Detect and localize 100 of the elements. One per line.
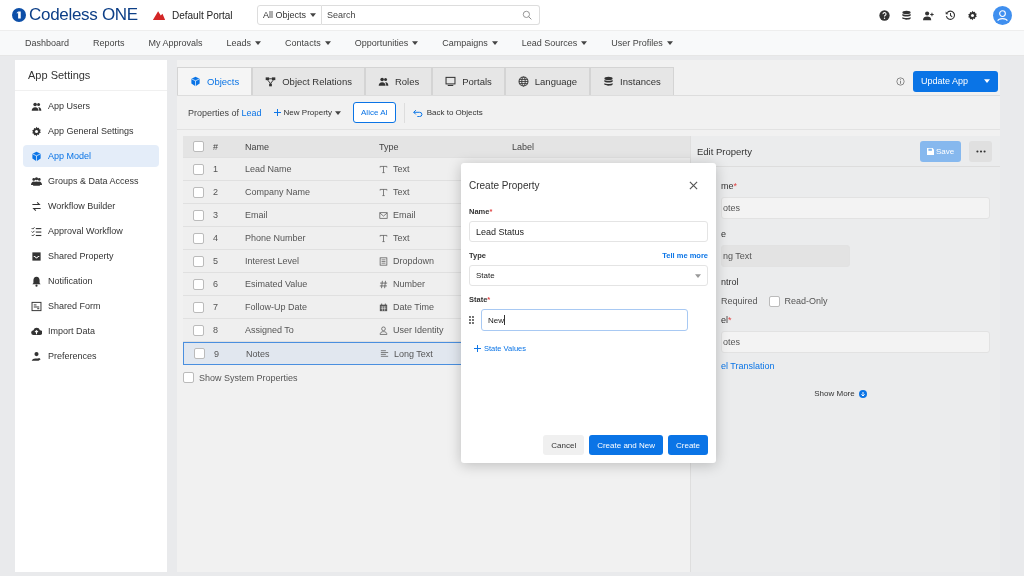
row-checkbox[interactable]	[192, 324, 204, 336]
field-label: ntrol	[721, 277, 740, 289]
field-label: el*	[721, 315, 733, 327]
nav-item[interactable]: Lead Sources	[509, 38, 600, 48]
row-checkbox[interactable]	[192, 209, 204, 221]
column-header: #	[213, 141, 219, 152]
update-app-button[interactable]: Update App	[912, 70, 998, 92]
sidebar-item[interactable]: App Users	[23, 95, 159, 117]
portal-icon	[152, 9, 166, 21]
nav-item[interactable]: Campaigns	[430, 38, 510, 48]
sidebar-title: App Settings	[15, 60, 167, 91]
nav-item[interactable]: Contacts	[273, 38, 343, 48]
caret-icon	[335, 110, 342, 115]
dialog-button[interactable]: Create	[668, 435, 708, 455]
type-dropdown[interactable]: State	[469, 265, 708, 286]
translation-link[interactable]: el Translation	[721, 361, 990, 371]
sidebar-item[interactable]: Shared Form	[23, 295, 159, 317]
sidebar-item[interactable]: Approval Workflow	[23, 220, 159, 242]
user-icon	[379, 325, 388, 335]
caret-icon	[412, 41, 419, 45]
row-checkbox[interactable]	[192, 301, 204, 313]
alice-ai-button[interactable]: Alice AI	[353, 102, 396, 123]
checkbox[interactable]	[768, 295, 780, 307]
nav-item[interactable]: User Profiles	[599, 38, 685, 48]
history-icon[interactable]	[945, 9, 956, 21]
drag-handle-icon[interactable]	[469, 316, 474, 324]
lines-icon	[380, 349, 389, 358]
caret-icon	[310, 13, 316, 17]
table-cell-text: Phone Number	[245, 233, 307, 243]
hash-icon	[379, 279, 388, 289]
table-cell-text: 7	[213, 302, 219, 312]
portal-name[interactable]: Default Portal	[172, 9, 233, 21]
caret-icon	[666, 41, 673, 45]
cube-icon	[31, 150, 42, 162]
table-cell-text: 6	[213, 279, 219, 289]
table-cell: Number	[393, 279, 425, 289]
tab[interactable]: Instances	[590, 67, 674, 95]
table-cell-text: 1	[213, 164, 219, 174]
add-user-icon[interactable]	[923, 9, 934, 21]
column-header: Type	[379, 141, 400, 152]
nav-item[interactable]: My Approvals	[136, 38, 215, 48]
sidebar-item[interactable]: Groups & Data Access	[23, 170, 159, 192]
show-more-link[interactable]: Show More	[814, 389, 867, 398]
table-cell-text: 2	[213, 187, 219, 197]
nav-item[interactable]: Reports	[81, 38, 137, 48]
tab[interactable]: Roles	[364, 67, 433, 95]
row-checkbox[interactable]	[192, 232, 204, 244]
nav-item[interactable]: Leads	[214, 38, 274, 48]
avatar-icon[interactable]	[993, 5, 1012, 25]
state-field[interactable]: New	[481, 309, 688, 331]
database-icon	[603, 76, 615, 87]
row-checkbox[interactable]	[192, 278, 204, 290]
checkbox-label: Show System Properties	[199, 372, 298, 383]
caret-icon	[491, 41, 498, 45]
settings-icon[interactable]	[967, 9, 978, 21]
info-icon[interactable]	[895, 76, 905, 86]
help-icon[interactable]	[879, 9, 890, 21]
sidebar-item[interactable]: Workflow Builder	[23, 195, 159, 217]
row-checkbox[interactable]	[193, 348, 205, 359]
properties-heading: Properties of Lead	[188, 107, 262, 118]
input-field[interactable]: otes	[721, 197, 990, 219]
table-cell-text: 3	[213, 210, 219, 220]
nav-item[interactable]: Opportunities	[342, 38, 431, 48]
sidebar-item[interactable]: Preferences	[23, 345, 159, 367]
table-cell-text: Esimated Value	[245, 279, 309, 289]
row-checkbox[interactable]	[192, 186, 204, 198]
bell-icon	[31, 275, 42, 287]
sidebar-item[interactable]: App General Settings	[23, 120, 159, 142]
nav-item[interactable]: Dashboard	[13, 38, 82, 48]
input-field[interactable]: otes	[721, 331, 990, 353]
sidebar-item[interactable]: Notification	[23, 270, 159, 292]
sidebar-item[interactable]: App Model	[23, 145, 159, 167]
close-icon[interactable]	[689, 180, 698, 190]
name-field[interactable]: Lead Status	[469, 221, 708, 242]
tab[interactable]: Objects	[177, 67, 253, 95]
column-header: Name	[245, 141, 270, 152]
sidebar-item[interactable]: Shared Property	[23, 245, 159, 267]
users-icon	[377, 76, 389, 87]
group-icon	[31, 175, 42, 187]
checkbox[interactable]	[183, 372, 194, 383]
sidebar-item[interactable]: Import Data	[23, 320, 159, 342]
database-icon[interactable]	[901, 9, 912, 21]
logo-text: Codeless ONE	[29, 5, 138, 25]
search-field[interactable]: Search	[322, 5, 540, 25]
dialog-button[interactable]: Cancel	[543, 435, 585, 455]
checkbox-label: Required	[721, 296, 758, 306]
tab[interactable]: Language	[504, 67, 591, 95]
tab[interactable]: Object Relations	[252, 67, 365, 95]
checklist-icon	[31, 225, 42, 237]
row-checkbox[interactable]	[192, 163, 204, 175]
new-property-button[interactable]: New Property	[269, 108, 346, 117]
more-button[interactable]	[969, 140, 992, 162]
dialog-button[interactable]: Create and New	[589, 435, 663, 455]
tab[interactable]: Portals	[432, 67, 505, 95]
scope-dropdown[interactable]: All Objects	[257, 5, 322, 25]
back-link[interactable]: Back to Objects	[412, 108, 483, 117]
select-all-checkbox[interactable]	[192, 141, 204, 152]
row-checkbox[interactable]	[192, 255, 204, 267]
search-icon[interactable]	[522, 10, 532, 20]
cloud-upload-icon	[31, 325, 42, 337]
